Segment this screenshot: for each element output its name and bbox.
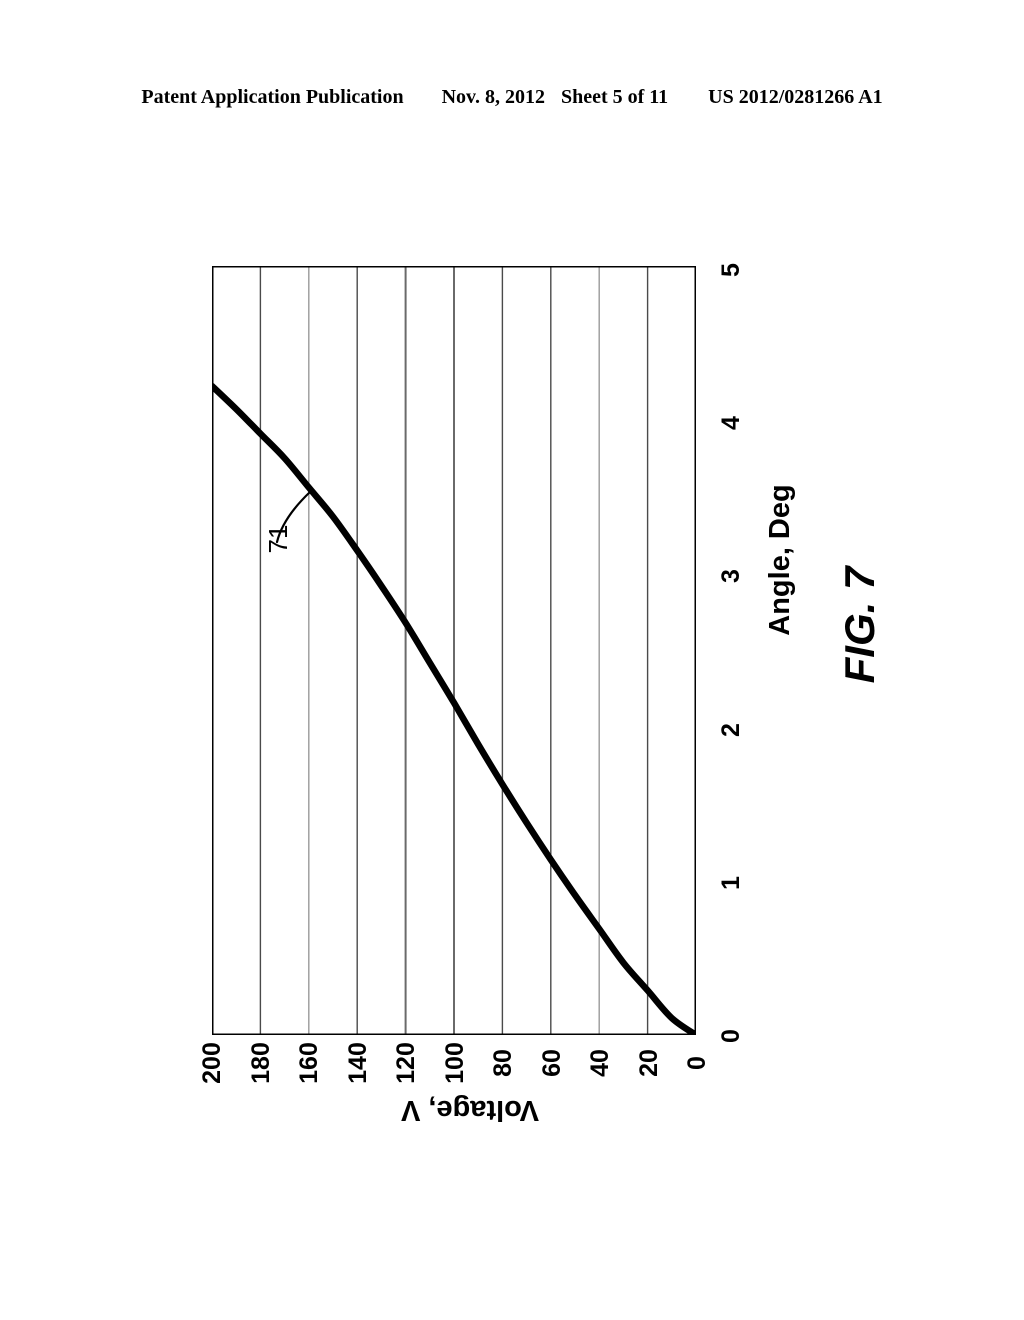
voltage-tick-label: 200: [198, 1042, 226, 1084]
voltage-tick-label: 180: [247, 1042, 275, 1084]
angle-tick-label: 1: [717, 876, 745, 890]
angle-tick-label: 3: [717, 569, 745, 583]
angle-tick-label: 4: [717, 416, 745, 430]
voltage-tick-label: 60: [538, 1049, 566, 1077]
angle-tick-label: 0: [717, 1029, 745, 1043]
chart-svg: [212, 266, 696, 1035]
angle-tick-label: 2: [717, 723, 745, 737]
voltage-tick-label: 40: [586, 1049, 614, 1077]
figure-7: 71 200 180 160 140 120 100 80 60 40 20 0…: [0, 0, 1024, 1320]
voltage-tick-label: 80: [489, 1049, 517, 1077]
angle-axis-title: Angle, Deg: [764, 484, 796, 636]
voltage-tick-label: 20: [635, 1049, 663, 1077]
voltage-axis-title: Voltage, V: [400, 1094, 540, 1126]
reference-numeral-71: 71: [263, 524, 293, 554]
voltage-tick-label: 0: [683, 1056, 711, 1070]
figure-caption: FIG. 7: [836, 566, 883, 684]
voltage-tick-label: 100: [441, 1042, 469, 1084]
angle-tick-label: 5: [717, 263, 745, 277]
voltage-tick-label: 160: [295, 1042, 323, 1084]
voltage-tick-label: 120: [392, 1042, 420, 1084]
chart-plot-area: [212, 266, 696, 1035]
voltage-tick-label: 140: [344, 1042, 372, 1084]
